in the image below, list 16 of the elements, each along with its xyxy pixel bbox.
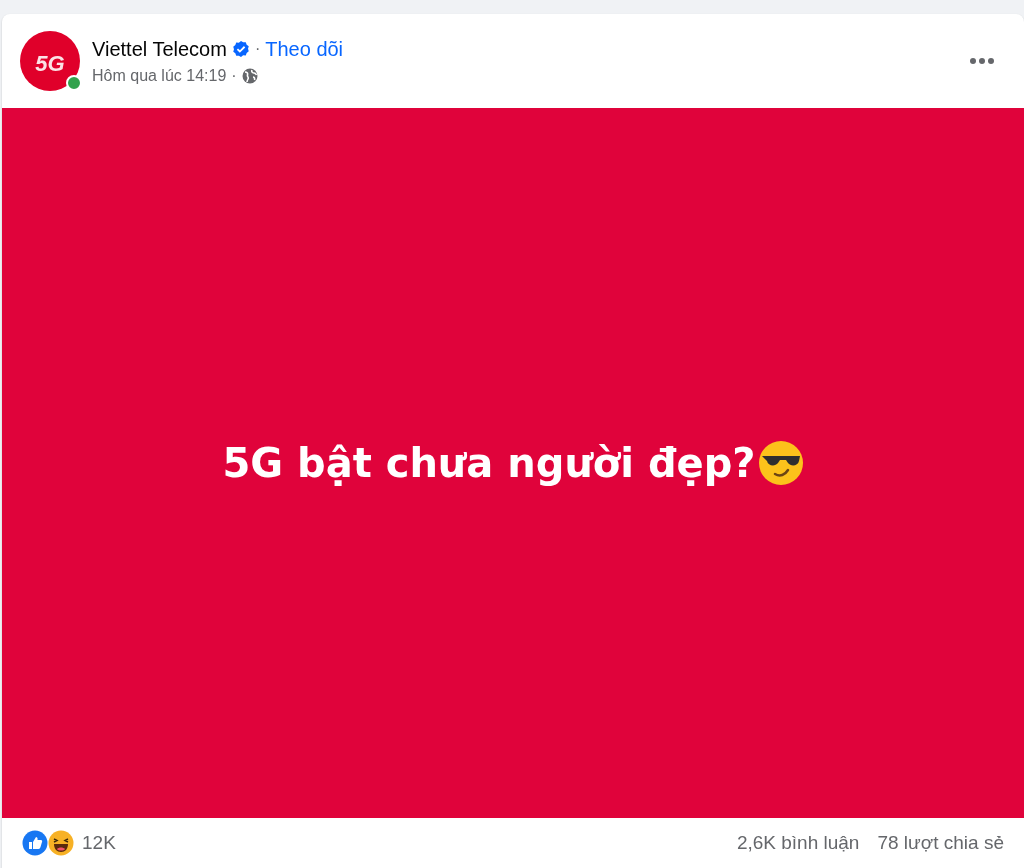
page-avatar[interactable]: 5G	[20, 31, 80, 91]
sunglasses-emoji-icon	[757, 440, 804, 486]
shares-count[interactable]: 78 lượt chia sẻ	[877, 832, 1004, 854]
image-caption: 5G bật chưa người đẹp?	[222, 440, 756, 486]
reaction-count[interactable]: 12K	[82, 832, 116, 854]
separator-dot: ·	[231, 66, 237, 85]
avatar-logo-text: 5G	[35, 51, 65, 77]
author-name[interactable]: Viettel Telecom	[92, 37, 227, 61]
separator-dot: ·	[254, 40, 261, 58]
globe-icon	[241, 67, 258, 84]
like-reaction-icon	[22, 830, 48, 856]
comments-count[interactable]: 2,6K bình luận	[736, 832, 860, 854]
laughing-reaction-icon	[48, 830, 74, 856]
follow-link[interactable]: Theo dõi	[265, 37, 344, 61]
post-time[interactable]: Hôm qua lúc 14:19	[92, 66, 227, 85]
more-icon	[970, 58, 994, 64]
